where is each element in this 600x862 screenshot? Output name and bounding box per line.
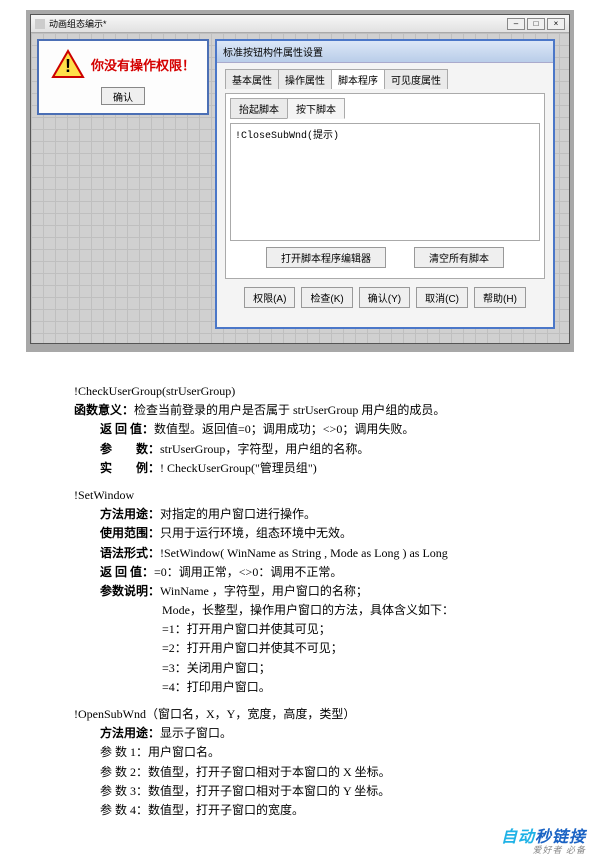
- warning-icon: !: [51, 49, 85, 79]
- value-params2: WinName ，字符型，用户窗口的名称；: [160, 584, 368, 598]
- fn-setwindow-sig: !SetWindow: [74, 486, 550, 505]
- property-dialog: 标准按钮构件属性设置 基本属性 操作属性 脚本程序 可见度属性 抬起脚本 按下脚…: [215, 39, 555, 329]
- app-titlebar: 动画组态编示* – □ ×: [31, 15, 569, 33]
- value-return: 数值型。返回值=0；调用成功；<>0；调用失败。: [154, 422, 414, 436]
- dialog-button-row: 权限(A) 检查(K) 确认(Y) 取消(C) 帮助(H): [225, 287, 545, 308]
- watermark: 自动秒链接 爱好者 必备: [501, 823, 586, 856]
- label-use: 方法用途：: [100, 507, 160, 521]
- window-controls: – □ ×: [507, 18, 565, 30]
- close-button[interactable]: ×: [547, 18, 565, 30]
- subtab-up-script[interactable]: 抬起脚本: [230, 98, 288, 119]
- value-syntax: !SetWindow( WinName as String , Mode as …: [160, 546, 448, 560]
- label-params2: 参数说明：: [100, 584, 160, 598]
- fn-checkusergroup-sig: !CheckUserGroup(strUserGroup): [74, 382, 550, 401]
- clear-script-button[interactable]: 清空所有脚本: [414, 247, 504, 268]
- script-textarea[interactable]: !CloseSubWnd(提示): [230, 123, 540, 241]
- help-button[interactable]: 帮助(H): [474, 287, 526, 308]
- label-return2: 返 回 值：: [100, 565, 154, 579]
- app-window: 动画组态编示* – □ × ! 你没有操作权限！ 确认 标准按钮构件属性设置: [30, 14, 570, 344]
- screenshot-frame: 动画组态编示* – □ × ! 你没有操作权限！ 确认 标准按钮构件属性设置: [26, 10, 574, 352]
- minimize-button[interactable]: –: [507, 18, 525, 30]
- param3: 参 数 3：数值型，打开子窗口相对于本窗口的 Y 坐标。: [74, 782, 550, 801]
- dialog-title: 标准按钮构件属性设置: [217, 41, 553, 63]
- param1: 参 数 1：用户窗口名。: [74, 743, 550, 762]
- watermark-part1: 自动: [501, 829, 535, 846]
- fn-opensubwnd-sig: !OpenSubWnd（窗口名，X，Y，宽度，高度，类型）: [74, 705, 550, 724]
- value-use3: 显示子窗口。: [160, 726, 232, 740]
- tabstrip-main: 基本属性 操作属性 脚本程序 可见度属性: [225, 69, 545, 89]
- maximize-button[interactable]: □: [527, 18, 545, 30]
- label-syntax: 语法形式：: [100, 546, 160, 560]
- script-panel: 抬起脚本 按下脚本 !CloseSubWnd(提示) 打开脚本程序编辑器 清空所…: [225, 93, 545, 279]
- subtabstrip: 抬起脚本 按下脚本: [230, 98, 540, 119]
- mode-4: =4：打印用户窗口。: [74, 678, 550, 697]
- design-canvas: ! 你没有操作权限！ 确认 标准按钮构件属性设置 基本属性 操作属性 脚本程序 …: [31, 33, 569, 343]
- value-example: ! CheckUserGroup("管理员组"): [160, 461, 317, 475]
- tab-script[interactable]: 脚本程序: [331, 69, 385, 89]
- value-scope: 只用于运行环境，组态环境中无效。: [160, 526, 352, 540]
- cancel-button[interactable]: 取消(C): [416, 287, 468, 308]
- label-return: 返 回 值：: [100, 422, 154, 436]
- documentation-text: !CheckUserGroup(strUserGroup) 函数意义：检查当前登…: [74, 382, 550, 820]
- value-meaning: 检查当前登录的用户是否属于 strUserGroup 用户组的成员。: [134, 403, 445, 417]
- tab-operation[interactable]: 操作属性: [278, 69, 332, 89]
- warning-popup: ! 你没有操作权限！ 确认: [37, 39, 209, 115]
- value-param: strUserGroup，字符型，用户组的名称。: [160, 442, 369, 456]
- app-title: 动画组态编示*: [49, 17, 507, 30]
- param2: 参 数 2：数值型，打开子窗口相对于本窗口的 X 坐标。: [74, 763, 550, 782]
- label-meaning: 函数意义：: [74, 403, 134, 417]
- mode-2: =2：打开用户窗口并使其不可见；: [74, 639, 550, 658]
- warning-text: 你没有操作权限！: [91, 55, 195, 74]
- label-use3: 方法用途：: [100, 726, 160, 740]
- subtab-down-script[interactable]: 按下脚本: [287, 98, 345, 119]
- confirm-button[interactable]: 确认: [101, 87, 145, 105]
- value-return2: =0：调用正常，<>0：调用不正常。: [154, 565, 342, 579]
- svg-text:!: !: [65, 56, 71, 76]
- mode-desc: Mode，长整型，操作用户窗口的方法，具体含义如下：: [74, 601, 550, 620]
- tab-basic[interactable]: 基本属性: [225, 69, 279, 89]
- permission-button[interactable]: 权限(A): [244, 287, 295, 308]
- label-scope: 使用范围：: [100, 526, 160, 540]
- mode-3: =3：关闭用户窗口；: [74, 659, 550, 678]
- open-editor-button[interactable]: 打开脚本程序编辑器: [266, 247, 386, 268]
- mode-1: =1：打开用户窗口并使其可见；: [74, 620, 550, 639]
- tab-visibility[interactable]: 可见度属性: [384, 69, 448, 89]
- label-example: 实 例：: [100, 461, 160, 475]
- value-use: 对指定的用户窗口进行操作。: [160, 507, 316, 521]
- ok-button[interactable]: 确认(Y): [359, 287, 410, 308]
- app-icon: [35, 19, 45, 29]
- label-param: 参 数：: [100, 442, 160, 456]
- check-button[interactable]: 检查(K): [301, 287, 352, 308]
- param4: 参 数 4：数值型，打开子窗口的宽度。: [74, 801, 550, 820]
